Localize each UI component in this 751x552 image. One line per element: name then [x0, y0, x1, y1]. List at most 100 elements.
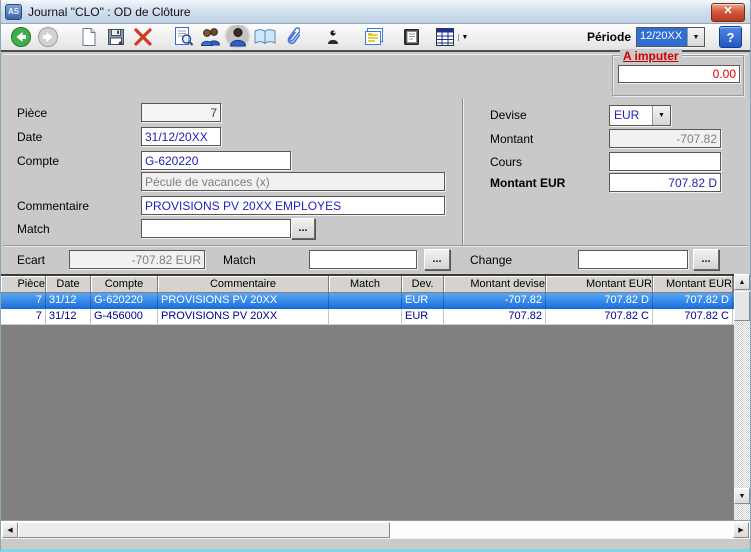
table-cell[interactable]: 7: [1, 309, 46, 324]
scroll-down-button[interactable]: ▼: [734, 488, 750, 504]
table-cell[interactable]: -707.82: [444, 293, 546, 308]
scroll-left-button[interactable]: ◀: [2, 522, 18, 538]
ecart-bar: Ecart Match ... Change ...: [3, 245, 748, 275]
table-row[interactable]: 731/12G-456000PROVISIONS PV 20XXEUR707.8…: [1, 309, 736, 325]
change-browse-button[interactable]: ...: [693, 249, 719, 270]
back-icon: [10, 26, 32, 48]
periode-value[interactable]: 12/20XX: [637, 28, 687, 46]
piece-label: Pièce: [17, 106, 47, 120]
table-cell[interactable]: 707.82 C: [653, 309, 733, 324]
vertical-scroll-thumb[interactable]: [734, 291, 750, 321]
users-button[interactable]: [197, 25, 224, 49]
scroll-up-button[interactable]: ▲: [734, 274, 750, 290]
table-cell[interactable]: 31/12: [46, 293, 91, 308]
periode-combobox[interactable]: 12/20XX ▼: [636, 27, 705, 47]
ecart-match-field[interactable]: [309, 250, 417, 269]
montant-eur-field[interactable]: [609, 173, 721, 192]
vertical-scrollbar[interactable]: ▲ ▼: [734, 274, 750, 520]
table-cell[interactable]: [329, 309, 402, 324]
montant-eur-label: Montant EUR: [490, 176, 565, 190]
compte-field[interactable]: [141, 151, 291, 170]
periode-dropdown-icon[interactable]: ▼: [687, 28, 704, 46]
match-field[interactable]: [141, 219, 291, 238]
scroll-up-icon: ▲: [739, 279, 746, 286]
users-icon: [199, 26, 223, 48]
column-header[interactable]: Commentaire: [158, 276, 329, 293]
scroll-down-icon: ▼: [739, 493, 746, 500]
journal-lines-table: PièceDateCompteCommentaireMatchDev.Monta…: [1, 274, 736, 520]
status-bar: [1, 538, 750, 550]
table-cell[interactable]: [329, 293, 402, 308]
devise-value[interactable]: EUR: [610, 106, 652, 125]
commentaire-label: Commentaire: [17, 199, 89, 213]
person-button[interactable]: [319, 25, 346, 49]
table-cell[interactable]: G-620220: [91, 293, 158, 308]
table-cell[interactable]: 7: [1, 293, 46, 308]
devise-label: Devise: [490, 108, 527, 122]
title-bar[interactable]: AS Journal "CLO" : OD de Clôture ✕: [1, 0, 750, 24]
table-cell[interactable]: EUR: [402, 293, 444, 308]
table-cell[interactable]: 707.82 D: [546, 293, 653, 308]
close-button[interactable]: ✕: [711, 3, 745, 22]
back-button[interactable]: [7, 25, 34, 49]
search-document-icon: [173, 26, 195, 48]
column-header[interactable]: Montant devise: [444, 276, 546, 293]
a-imputer-field[interactable]: [618, 65, 740, 83]
table-row[interactable]: 731/12G-620220PROVISIONS PV 20XX EUR-707.…: [1, 293, 736, 309]
address-book-button[interactable]: [397, 25, 424, 49]
open-book-button[interactable]: [251, 25, 278, 49]
grid-dropdown-button[interactable]: ▼: [438, 25, 465, 49]
montant-label: Montant: [490, 132, 533, 146]
ecart-match-label: Match: [223, 253, 256, 267]
table-cell[interactable]: 707.82: [444, 309, 546, 324]
a-imputer-label: A imputer: [620, 49, 682, 63]
user-icon: [227, 26, 249, 48]
horizontal-scrollbar[interactable]: ◀ ▶: [1, 520, 750, 538]
help-button[interactable]: ?: [719, 26, 742, 48]
montant-field[interactable]: [609, 129, 721, 148]
change-field[interactable]: [578, 250, 688, 269]
table-cell[interactable]: G-456000: [91, 309, 158, 324]
match-browse-button[interactable]: ...: [291, 218, 315, 239]
delete-button[interactable]: [129, 25, 156, 49]
piece-field[interactable]: [141, 103, 221, 122]
table-cell[interactable]: 707.82 C: [546, 309, 653, 324]
column-header[interactable]: Dev.: [402, 276, 444, 293]
table-cell[interactable]: 707.82 D: [653, 293, 733, 308]
grid-icon: [435, 27, 455, 47]
form-area: Pièce Date Compte Commentaire Match ... …: [3, 98, 748, 245]
devise-dropdown-icon[interactable]: ▼: [652, 106, 670, 125]
date-label: Date: [17, 130, 42, 144]
table-cell[interactable]: EUR: [402, 309, 444, 324]
devise-combobox[interactable]: EUR ▼: [609, 105, 671, 126]
toolbar: ▼ Période 12/20XX ▼ ?: [1, 24, 750, 52]
scroll-right-button[interactable]: ▶: [733, 522, 749, 538]
new-document-button[interactable]: [75, 25, 102, 49]
paperclip-icon: [284, 26, 300, 48]
search-document-button[interactable]: [170, 25, 197, 49]
ecart-match-browse-button[interactable]: ...: [424, 249, 450, 270]
forward-icon: [37, 26, 59, 48]
user-button[interactable]: [224, 25, 251, 49]
column-header[interactable]: Montant EUR: [653, 276, 733, 293]
forward-button[interactable]: [34, 25, 61, 49]
chevron-down-icon: ▼: [458, 34, 469, 41]
column-header[interactable]: Pièce: [1, 276, 46, 293]
list-window-button[interactable]: [360, 25, 387, 49]
table-cell[interactable]: PROVISIONS PV 20XX: [158, 293, 329, 308]
table-cell[interactable]: PROVISIONS PV 20XX: [158, 309, 329, 324]
table-cell[interactable]: 31/12: [46, 309, 91, 324]
compte-name-field[interactable]: [141, 172, 445, 191]
open-book-icon: [253, 27, 277, 47]
horizontal-scroll-thumb[interactable]: [18, 522, 390, 538]
attachment-button[interactable]: [278, 25, 305, 49]
ecart-field[interactable]: [69, 250, 205, 269]
column-header[interactable]: Compte: [91, 276, 158, 293]
cours-field[interactable]: [609, 152, 721, 171]
commentaire-field[interactable]: [141, 196, 445, 215]
column-header[interactable]: Date: [46, 276, 91, 293]
save-button[interactable]: [102, 25, 129, 49]
column-header[interactable]: Montant EUR: [546, 276, 653, 293]
column-header[interactable]: Match: [329, 276, 402, 293]
date-field[interactable]: [141, 127, 221, 146]
